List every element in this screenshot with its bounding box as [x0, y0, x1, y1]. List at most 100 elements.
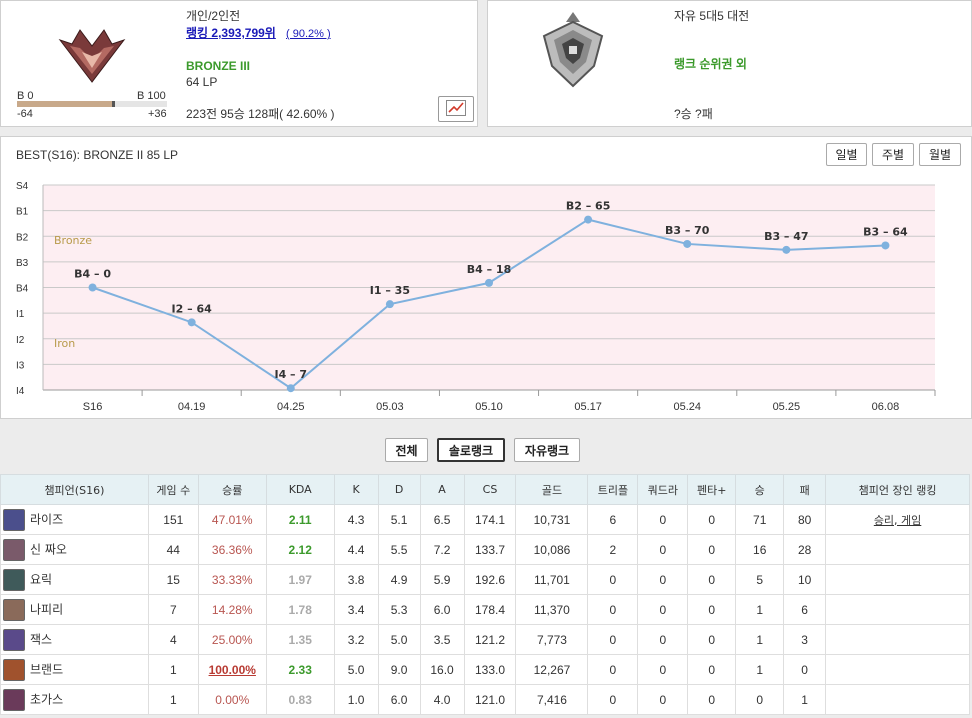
- lp-data-point[interactable]: [187, 318, 196, 327]
- kills-value: 5.0: [347, 662, 365, 677]
- kda-cell: 2.11: [265, 504, 335, 535]
- quadra-cell: 0: [637, 504, 689, 535]
- table-row[interactable]: 라이즈 151 47.01% 2.11 4.3 5.1 6.5 174.1 10,731 6 0 0 7…: [0, 504, 970, 535]
- table-row[interactable]: 브랜드 1 100.00% 2.33 5.0 9.0 16.0 133.0 12,267 0 0 0 1…: [0, 654, 970, 685]
- col-penta[interactable]: 펜타+: [687, 474, 737, 505]
- champion-portrait-icon[interactable]: [3, 598, 25, 621]
- champion-name[interactable]: 브랜드: [30, 662, 63, 676]
- lp-data-point[interactable]: [683, 239, 692, 248]
- flex-record: ?승 ?패: [674, 107, 713, 121]
- lp-data-point[interactable]: [782, 245, 791, 254]
- lp-data-point[interactable]: [286, 384, 295, 393]
- table-row[interactable]: 잭스 4 25.00% 1.35 3.2 5.0 3.5 121.2 7,773 0 0 0 1 3: [0, 624, 970, 655]
- deaths-value: 5.5: [390, 542, 408, 557]
- table-row[interactable]: 초가스 1 0.00% 0.83 1.0 6.0 4.0 121.0 7,416 0 0 0 0 1: [0, 684, 970, 715]
- champion-name[interactable]: 초가스: [30, 692, 63, 706]
- kills-value: 4.4: [347, 542, 365, 557]
- penta-value: 0: [708, 632, 716, 647]
- col-deaths[interactable]: D: [377, 474, 421, 505]
- y-tick-label: B3: [16, 258, 29, 269]
- triple-cell: 0: [587, 594, 639, 625]
- games-cell: 15: [147, 564, 199, 595]
- solo-queue-title: 개인/2인전: [186, 9, 241, 23]
- games-cell: 7: [147, 594, 199, 625]
- champion-portrait-icon[interactable]: [3, 538, 25, 561]
- lp-data-point[interactable]: [881, 241, 890, 250]
- solo-tier: BRONZE III: [186, 59, 251, 73]
- lp-data-point[interactable]: [485, 278, 493, 287]
- col-kills[interactable]: K: [333, 474, 379, 505]
- y-tick-label: S4: [16, 181, 29, 192]
- col-games[interactable]: 게임 수: [147, 474, 199, 505]
- y-tick-label: B2: [16, 232, 29, 243]
- winrate-cell: 33.33%: [197, 564, 267, 595]
- cs-cell: 174.1: [463, 504, 517, 535]
- triple-cell: 6: [587, 504, 639, 535]
- table-row[interactable]: 나피리 7 14.28% 1.78 3.4 5.3 6.0 178.4 11,370 0 0 0 1 6: [0, 594, 970, 625]
- col-triple[interactable]: 트리플: [587, 474, 639, 505]
- queue-all-button[interactable]: 전체: [385, 438, 428, 462]
- quadra-cell: 0: [637, 624, 689, 655]
- mastery-value[interactable]: 승리, 게임: [874, 514, 921, 527]
- assists-value: 7.2: [433, 542, 451, 557]
- queue-flex-button[interactable]: 자유랭크: [514, 438, 580, 462]
- cs-value: 174.1: [474, 512, 506, 527]
- games-cell: 151: [147, 504, 199, 535]
- quadra-value: 0: [659, 632, 667, 647]
- lp-history-chart: Bronze Iron S4 B1 B2 B3 B4 I1 I2 I3 I4 S16 04.19 0…: [16, 181, 936, 413]
- champion-portrait-icon[interactable]: [3, 628, 25, 651]
- solo-ranking-link[interactable]: 랭킹 2,393,799위: [186, 26, 276, 40]
- col-gold[interactable]: 골드: [515, 474, 589, 505]
- col-kda[interactable]: KDA: [265, 474, 335, 505]
- champion-cell: 신 짜오: [0, 534, 149, 565]
- quadra-value: 0: [659, 572, 667, 587]
- kda-cell: 1.78: [265, 594, 335, 625]
- col-mastery-ranking: 챔피언 장인 랭킹: [825, 474, 970, 505]
- col-losses[interactable]: 패: [783, 474, 827, 505]
- kills-cell: 3.2: [333, 624, 379, 655]
- table-row[interactable]: 요릭 15 33.33% 1.97 3.8 4.9 5.9 192.6 11,701 0 0 0 5 10: [0, 564, 970, 595]
- kills-value: 1.0: [347, 692, 365, 707]
- champion-cell: 잭스: [0, 624, 149, 655]
- lp-data-point[interactable]: [584, 215, 593, 224]
- triple-cell: 2: [587, 534, 639, 565]
- mastery-cell: 승리, 게임: [825, 504, 970, 535]
- champion-cell: 요릭: [0, 564, 149, 595]
- champion-name[interactable]: 신 짜오: [30, 542, 67, 556]
- champion-name[interactable]: 잭스: [30, 632, 52, 646]
- table-row[interactable]: 신 짜오 44 36.36% 2.12 4.4 5.5 7.2 133.7 10,086 2 0 0 1…: [0, 534, 970, 565]
- lp-data-point[interactable]: [385, 300, 394, 309]
- col-winrate[interactable]: 승률: [197, 474, 267, 505]
- champion-name[interactable]: 요릭: [30, 572, 52, 586]
- col-champion[interactable]: 챔피언(S16): [0, 474, 149, 505]
- mastery-cell: [825, 684, 970, 715]
- lp-progress-bar: [17, 101, 167, 107]
- mastery-cell: [825, 534, 970, 565]
- champion-name[interactable]: 나피리: [30, 602, 63, 616]
- deaths-cell: 5.5: [377, 534, 421, 565]
- lp-data-point[interactable]: [88, 283, 97, 292]
- solo-ranking-percent[interactable]: ( 90.2% ): [286, 27, 331, 41]
- queue-solo-button[interactable]: 솔로랭크: [437, 438, 505, 462]
- champion-portrait-icon[interactable]: [3, 658, 25, 681]
- x-tick-label: 06.08: [872, 401, 900, 413]
- champion-portrait-icon[interactable]: [3, 688, 25, 711]
- cs-value: 133.7: [474, 542, 506, 557]
- col-cs[interactable]: CS: [463, 474, 517, 505]
- wins-cell: 0: [735, 684, 785, 715]
- col-wins[interactable]: 승: [735, 474, 785, 505]
- winrate-value[interactable]: 100.00%: [209, 663, 256, 677]
- col-quadra[interactable]: 쿼드라: [637, 474, 689, 505]
- gold-cell: 7,773: [515, 624, 589, 655]
- wins-cell: 71: [735, 504, 785, 535]
- kills-cell: 1.0: [333, 684, 379, 715]
- winrate-cell: 100.00%: [197, 654, 267, 685]
- kda-value: 1.97: [288, 572, 312, 587]
- cs-value: 192.6: [474, 572, 506, 587]
- champion-portrait-icon[interactable]: [3, 568, 25, 591]
- col-assists[interactable]: A: [419, 474, 465, 505]
- lp-graph-button[interactable]: [438, 96, 474, 122]
- champion-portrait-icon[interactable]: [3, 508, 25, 531]
- champion-name[interactable]: 라이즈: [30, 512, 63, 526]
- penta-value: 0: [708, 542, 716, 557]
